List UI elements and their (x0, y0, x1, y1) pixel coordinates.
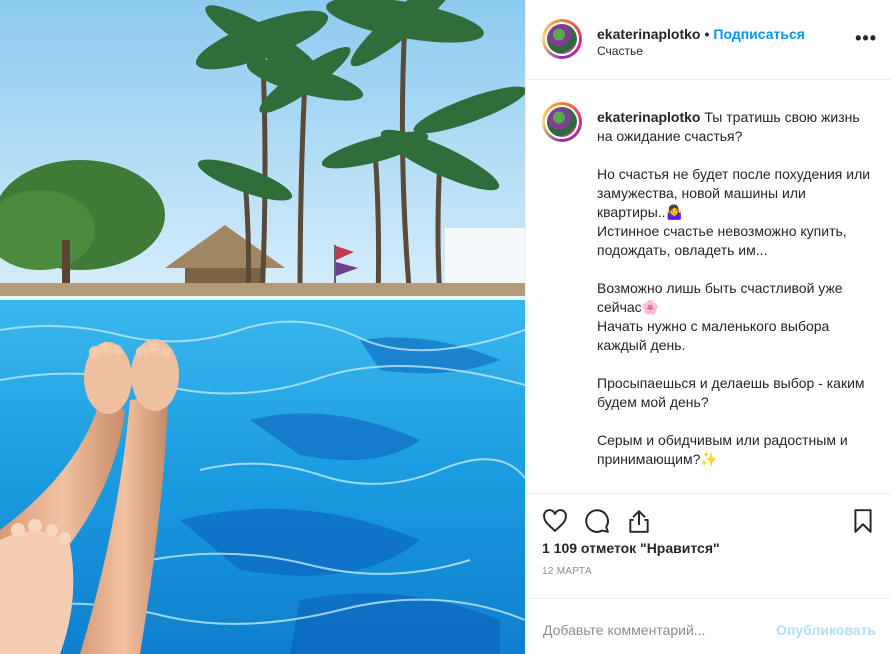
more-options-icon[interactable]: ••• (855, 28, 877, 49)
avatar[interactable] (542, 102, 582, 142)
separator-dot: • (704, 26, 710, 42)
bookmark-icon[interactable] (850, 508, 876, 534)
caption-username[interactable]: ekaterinaplotko (597, 109, 700, 125)
follow-button[interactable]: Подписаться (713, 26, 805, 42)
likes-count[interactable]: 1 109 отметок "Нравится" (542, 540, 720, 556)
post-date[interactable]: 12 марта (542, 566, 592, 577)
caption-text: ekaterinaplotko Ты тратишь свою жизнь на… (597, 108, 877, 469)
caption-section: ekaterinaplotko Ты тратишь свою жизнь на… (526, 80, 891, 494)
post-sidebar: ekaterinaplotko • Подписаться Счастье ••• … (525, 0, 891, 654)
heart-icon[interactable] (542, 508, 568, 534)
post-header: ekaterinaplotko • Подписаться Счастье ••• (526, 0, 891, 80)
username-link[interactable]: ekaterinaplotko (597, 26, 700, 42)
instagram-post: ekaterinaplotko • Подписаться Счастье ••• … (0, 0, 891, 654)
caption-body: Ты тратишь свою жизнь на ожидание счасть… (597, 109, 871, 467)
pool-scene-image (0, 0, 525, 654)
comment-icon[interactable] (584, 508, 610, 534)
share-icon[interactable] (626, 508, 652, 534)
action-bar: 1 109 отметок "Нравится" 12 марта (526, 494, 891, 584)
post-photo[interactable] (0, 0, 525, 654)
location-link[interactable]: Счастье (597, 44, 643, 58)
avatar[interactable] (542, 19, 582, 59)
publish-button[interactable]: Опубликовать (776, 622, 876, 638)
comment-input[interactable]: Добавьте комментарий... (543, 622, 705, 638)
comment-box: Добавьте комментарий... Опубликовать (526, 598, 891, 654)
header-username-row: ekaterinaplotko • Подписаться (597, 26, 805, 42)
